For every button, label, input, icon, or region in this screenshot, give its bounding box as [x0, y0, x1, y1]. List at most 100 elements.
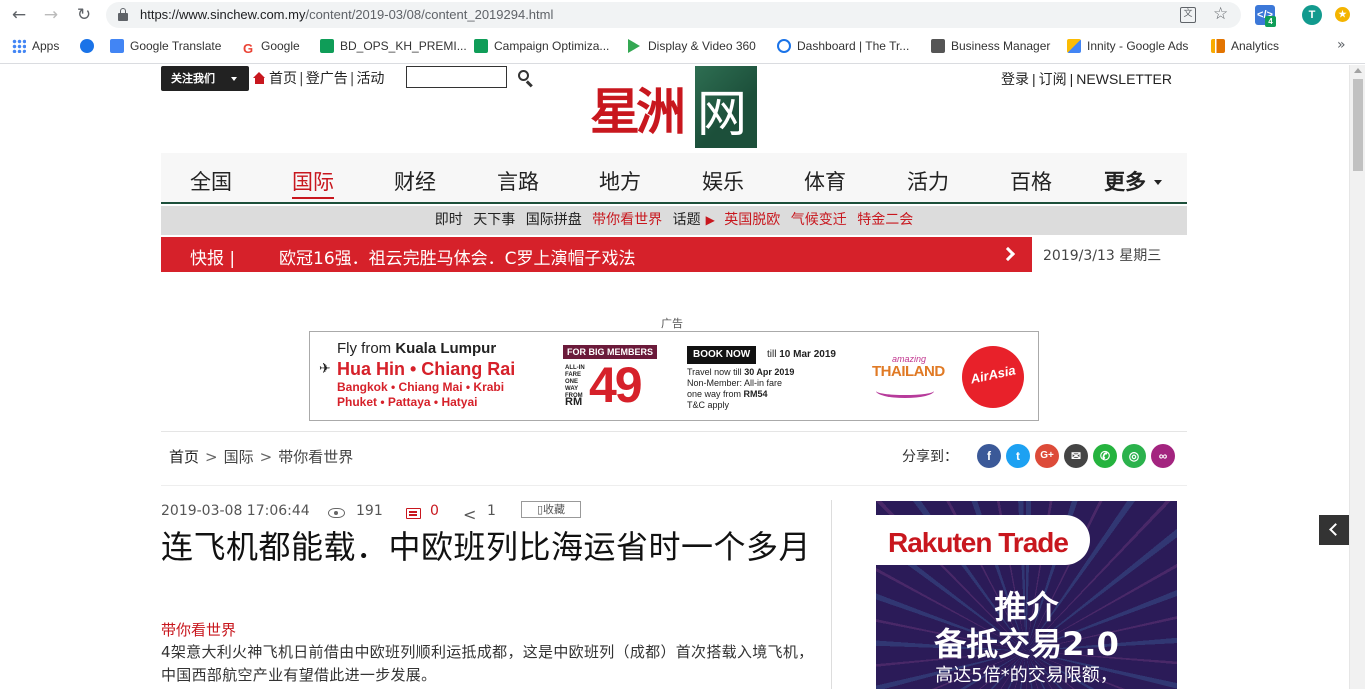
extension-tag-icon[interactable]: </> 4 [1255, 5, 1276, 27]
events-link[interactable]: 活动 [356, 71, 384, 87]
follow-label: 关注我们 [171, 72, 215, 85]
favorite-button[interactable]: ▯收藏 [521, 501, 581, 518]
lock-icon[interactable] [118, 8, 128, 21]
bookmark-apps[interactable]: Apps [12, 37, 59, 55]
bookmark-dashboard[interactable]: Dashboard | The Tr... [777, 37, 909, 55]
whatsapp-share-icon[interactable]: ✆ [1093, 444, 1117, 468]
bookmark-google[interactable]: G Google [241, 37, 300, 56]
rakuten-trade-ad[interactable]: Rakuten Trade 推介 备抵交易2.0 高达5倍*的交易限额， [876, 501, 1177, 689]
bookmark-google-translate[interactable]: Google Translate [110, 37, 221, 55]
airasia-ad-banner[interactable]: Fly from Kuala Lumpur ✈ Hua Hin • Chiang… [309, 331, 1039, 421]
nav-baige[interactable]: 百格 [1010, 166, 1052, 196]
ad-currency: RM [565, 396, 583, 408]
extension-badge: 4 [1265, 16, 1276, 27]
sheets-favicon-icon [474, 39, 488, 53]
caret-down-icon [231, 77, 237, 81]
nav-local[interactable]: 地方 [599, 166, 641, 196]
ad-till-prefix: till [767, 349, 777, 360]
nav-national[interactable]: 全国 [190, 166, 232, 196]
sub-navigation: 即时 天下事 国际拼盘 带你看世界 话题 ▶ 英国脱欧 气候变迁 特金二会 [161, 206, 1187, 235]
bookmark-bd-ops[interactable]: BD_OPS_KH_PREMI... [320, 37, 467, 55]
nav-international[interactable]: 国际 [292, 166, 334, 199]
scrollbar-thumb[interactable] [1353, 79, 1363, 171]
ad-fly-from: Fly from Kuala Lumpur [337, 340, 496, 357]
reload-icon[interactable]: ↻ [73, 4, 95, 26]
nav-finance[interactable]: 财经 [394, 166, 436, 196]
subnav-see-world[interactable]: 带你看世界 [592, 212, 662, 228]
bookmark-innity[interactable]: Innity - Google Ads [1067, 37, 1188, 55]
copy-link-icon[interactable]: ∞ [1151, 444, 1175, 468]
newsletter-link[interactable]: NEWSLETTER [1076, 71, 1172, 87]
site-search-input[interactable] [406, 66, 507, 88]
analytics-bars-icon [1211, 39, 1225, 53]
address-bar[interactable]: https://www.sinchew.com.my/content/2019-… [106, 2, 1241, 28]
forward-arrow-icon[interactable]: → [40, 4, 62, 26]
follow-us-dropdown[interactable]: 关注我们 [161, 66, 249, 91]
url-text[interactable]: https://www.sinchew.com.my/content/2019-… [140, 7, 553, 22]
nav-sports[interactable]: 体育 [804, 166, 846, 196]
breadcrumb-column[interactable]: 带你看世界 [278, 448, 353, 466]
bookmarks-bar: Apps Google Translate G Google BD_OPS_KH_… [0, 34, 1365, 58]
sheets-favicon-icon [320, 39, 334, 53]
subnav-topic-climate[interactable]: 气候变迁 [791, 212, 847, 228]
googleplus-share-icon[interactable]: G+ [1035, 444, 1059, 468]
home-icon[interactable] [253, 72, 266, 84]
site-favicon-icon [80, 39, 94, 53]
breaking-headline[interactable]: 欧冠16强．祖云完胜马体会．C罗上演帽子戏法 [279, 244, 636, 269]
apps-grid-icon [12, 39, 26, 53]
article-column-tag[interactable]: 带你看世界 [161, 619, 236, 640]
scroll-up-arrow-icon[interactable] [1354, 68, 1362, 73]
subnav-topic-brexit[interactable]: 英国脱欧 [724, 212, 780, 228]
subscribe-link[interactable]: 订阅 [1039, 71, 1067, 87]
twitter-share-icon[interactable]: t [1006, 444, 1030, 468]
side-ad-title2: 备抵交易2.0 [934, 625, 1119, 663]
share-icon[interactable]: < [463, 505, 476, 524]
bookmark-star-icon[interactable]: ☆ [1213, 4, 1228, 24]
top-utility-nav: 首页 | 登广告 | 活动 [253, 68, 384, 88]
chevron-right-icon[interactable] [1000, 246, 1016, 262]
home-link[interactable]: 首页 [269, 71, 297, 87]
nav-more-dropdown[interactable]: 更多 [1104, 166, 1162, 196]
back-arrow-icon[interactable]: ← [8, 4, 30, 26]
comment-icon[interactable] [406, 508, 421, 519]
ad-oneway-prefix: one way from [687, 389, 742, 399]
extension-star-icon[interactable]: ★ [1335, 7, 1350, 22]
browser-chrome: ← → ↻ https://www.sinchew.com.my/content… [0, 0, 1365, 64]
bookmark-analytics[interactable]: Analytics [1211, 37, 1279, 55]
subnav-topic-label: 话题 [672, 212, 701, 228]
breadcrumb-section[interactable]: 国际 [224, 448, 254, 466]
divider [161, 431, 1187, 432]
login-link[interactable]: 登录 [1001, 71, 1029, 87]
search-icon[interactable] [518, 70, 534, 88]
bookmark-business-manager[interactable]: Business Manager [931, 37, 1050, 55]
page-scrollbar[interactable] [1349, 65, 1365, 689]
ad-nonmember: Non-Member: All-in fare [687, 378, 783, 388]
ad-fly-city: Kuala Lumpur [395, 340, 497, 357]
facebook-share-icon[interactable]: f [977, 444, 1001, 468]
site-logo[interactable]: 星洲 网 [590, 66, 760, 152]
breadcrumb-home[interactable]: 首页 [169, 448, 199, 466]
power-favicon-icon [777, 39, 791, 53]
subnav-intl-platter[interactable]: 国际拼盘 [526, 212, 582, 228]
translate-page-icon[interactable]: 文 [1180, 7, 1196, 23]
subnav-instant[interactable]: 即时 [435, 212, 463, 228]
plane-icon: ✈ [319, 361, 331, 377]
subnav-world-events[interactable]: 天下事 [473, 212, 515, 228]
advertise-link[interactable]: 登广告 [306, 71, 348, 87]
nav-lifestyle[interactable]: 活力 [907, 166, 949, 196]
side-panel-toggle[interactable] [1319, 515, 1349, 545]
bookmark-label: BD_OPS_KH_PREMI... [340, 39, 467, 53]
subnav-topic-summit[interactable]: 特金二会 [857, 212, 913, 228]
nav-entertainment[interactable]: 娱乐 [702, 166, 744, 196]
bookmark-dv360[interactable]: Display & Video 360 [628, 37, 756, 55]
nav-opinion[interactable]: 言路 [497, 166, 539, 196]
comment-count[interactable]: 0 [430, 503, 439, 519]
bookmark-icon-only[interactable] [80, 37, 100, 55]
profile-avatar[interactable]: T [1302, 5, 1322, 25]
bookmarks-overflow-icon[interactable]: » [1337, 37, 1346, 53]
email-share-icon[interactable]: ✉ [1064, 444, 1088, 468]
bookmark-campaign[interactable]: Campaign Optimiza... [474, 37, 609, 55]
ad-fly-prefix: Fly from [337, 340, 392, 357]
column-divider [831, 500, 832, 689]
wechat-share-icon[interactable]: ◎ [1122, 444, 1146, 468]
